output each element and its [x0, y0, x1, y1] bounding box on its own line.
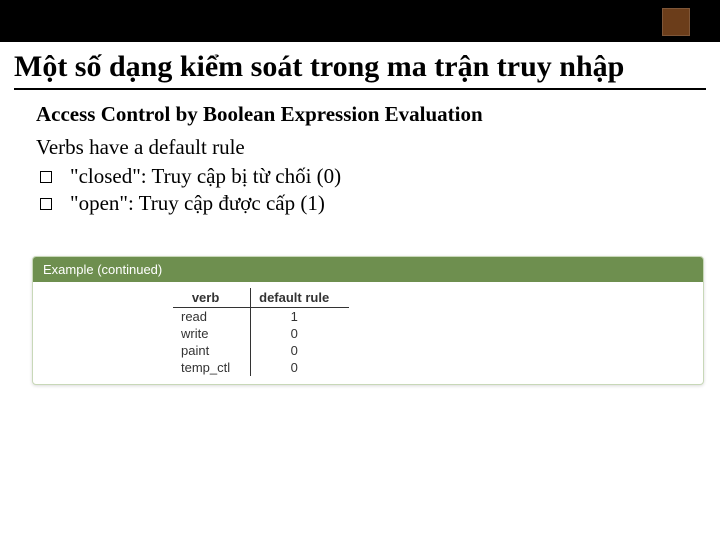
square-bullet-icon	[40, 198, 52, 210]
table-row: read 1	[173, 308, 349, 326]
cell-rule: 0	[251, 342, 350, 359]
cell-verb: read	[173, 308, 251, 326]
table-row: write 0	[173, 325, 349, 342]
cell-rule: 1	[251, 308, 350, 326]
slide-title: Một số dạng kiểm soát trong ma trận truy…	[14, 50, 720, 84]
table-header-row: verb default rule	[173, 288, 349, 308]
cell-verb: temp_ctl	[173, 359, 251, 376]
col-default-rule: default rule	[251, 288, 350, 308]
example-panel: Example (continued) verb default rule re…	[32, 256, 704, 385]
cell-rule: 0	[251, 325, 350, 342]
cell-verb: paint	[173, 342, 251, 359]
example-header: Example (continued)	[33, 257, 703, 282]
cell-verb: write	[173, 325, 251, 342]
bullet-item: "closed": Truy cập bị từ chối (0)	[36, 164, 720, 189]
bullet-text: "open": Truy cập được cấp (1)	[70, 191, 325, 216]
header-bar	[0, 0, 720, 42]
example-table-wrap: verb default rule read 1 write 0 paint 0…	[33, 282, 703, 384]
table-row: paint 0	[173, 342, 349, 359]
body-line: Verbs have a default rule	[36, 135, 720, 160]
table-row: temp_ctl 0	[173, 359, 349, 376]
title-underline	[14, 88, 706, 90]
section-heading: Access Control by Boolean Expression Eva…	[36, 102, 720, 127]
cell-rule: 0	[251, 359, 350, 376]
square-bullet-icon	[40, 171, 52, 183]
bullet-text: "closed": Truy cập bị từ chối (0)	[70, 164, 341, 189]
bullet-item: "open": Truy cập được cấp (1)	[36, 191, 720, 216]
col-verb: verb	[173, 288, 251, 308]
accent-square	[662, 8, 690, 36]
rules-table: verb default rule read 1 write 0 paint 0…	[173, 288, 349, 376]
